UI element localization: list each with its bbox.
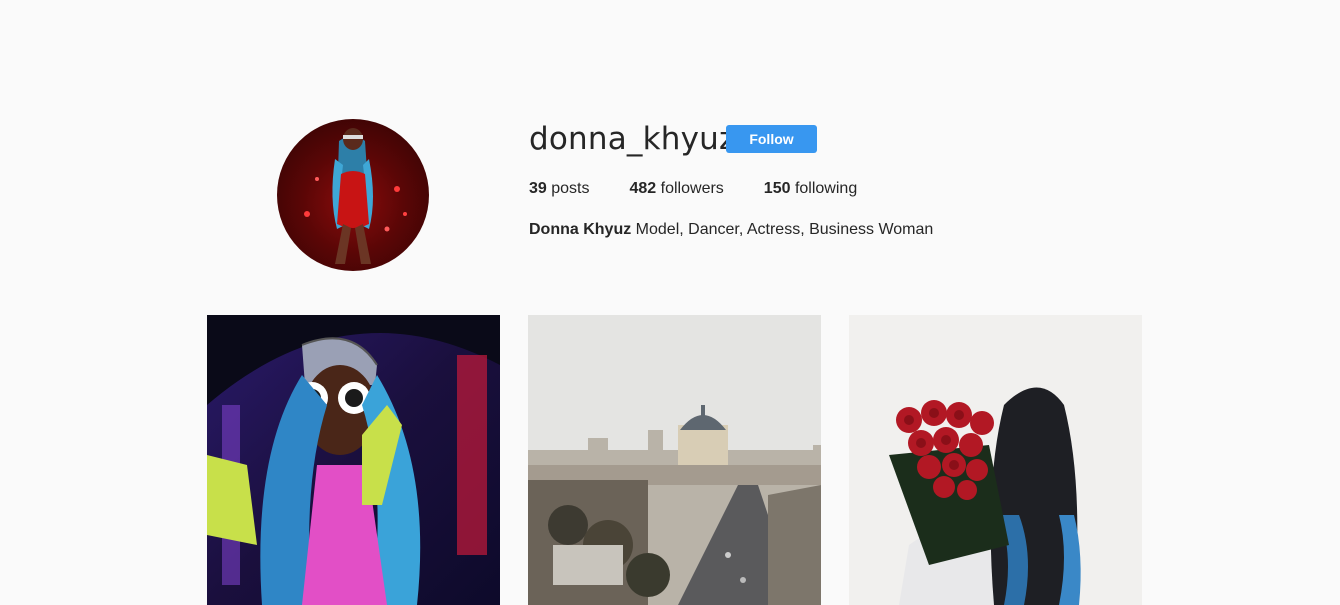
post-thumbnail[interactable] xyxy=(207,315,500,605)
posts-count-value: 39 xyxy=(529,180,547,197)
profile-stats: 39 posts 482 followers 150 following xyxy=(529,180,897,198)
followers-count-value: 482 xyxy=(629,180,657,197)
post-thumbnail[interactable] xyxy=(528,315,821,605)
follow-button[interactable]: Follow xyxy=(726,125,817,153)
following-count-value: 150 xyxy=(763,180,791,197)
posts-count-label: posts xyxy=(551,180,590,197)
profile-bio-text: Model, Dancer, Actress, Business Woman xyxy=(635,221,934,238)
following-count-label: following xyxy=(794,180,858,197)
profile-full-name: Donna Khyuz xyxy=(529,221,632,238)
posts-count: 39 posts xyxy=(529,180,590,198)
profile-bio: Donna Khyuz Model, Dancer, Actress, Busi… xyxy=(529,221,933,239)
following-link[interactable]: 150 following xyxy=(764,180,857,198)
followers-count-label: followers xyxy=(660,180,724,197)
profile-username: donna_khyuz xyxy=(529,121,736,157)
followers-link[interactable]: 482 followers xyxy=(630,180,724,198)
post-thumbnail[interactable] xyxy=(849,315,1142,605)
profile-avatar[interactable] xyxy=(277,119,429,271)
